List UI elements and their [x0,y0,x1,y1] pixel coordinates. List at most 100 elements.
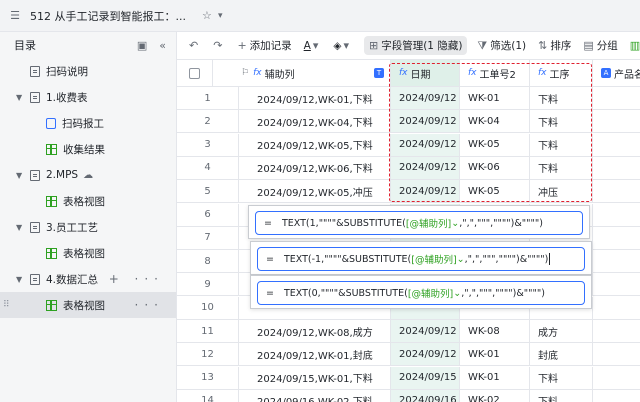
sidebar-item-mps-grid-view[interactable]: 表格视图 [0,188,176,214]
process-cell[interactable]: 成方 [530,320,593,342]
aux-cell[interactable]: 2024/09/12,WK-05,下料 [239,133,391,156]
row-number-cell[interactable]: 6 [177,203,239,226]
product-cell[interactable] [593,87,640,109]
order-no-cell[interactable]: WK-04 [460,110,530,133]
date-cell[interactable]: 2024/09/15 [391,366,460,389]
order-no-cell[interactable]: WK-02 [460,389,530,402]
date-cell[interactable]: 2024/09/12 [391,180,460,203]
table-row[interactable]: 5 2024/09/12,WK-05,冲压 2024/09/12 WK-05 冲压 [177,180,640,204]
product-cell[interactable] [593,320,640,342]
sidebar-item-data-summary[interactable]: ▼ 4.数据汇总 + ··· [0,266,176,292]
formula-field-ref[interactable]: [@辅助列] [408,286,453,300]
row-number-cell[interactable]: 4 [177,156,239,179]
row-number-cell[interactable]: 8 [177,250,239,273]
product-cell[interactable] [593,157,640,179]
formula-input[interactable]: = TEXT(-1,""""&SUBSTITUTE( [@辅助列] ⌄ ,","… [257,247,585,271]
row-number-cell[interactable]: 14 [177,389,239,402]
formula-input[interactable]: = TEXT(0,""""&SUBSTITUTE( [@辅助列] ⌄ ,",",… [257,281,585,305]
date-cell[interactable]: 2024/09/16 [391,389,460,402]
add-record-button[interactable]: + 添加记录 [237,38,291,53]
product-cell[interactable] [593,343,640,365]
row-number-cell[interactable]: 3 [177,133,239,156]
expand-arrow-icon[interactable]: ▼ [16,275,22,284]
formula-input[interactable]: = TEXT(1,""""&SUBSTITUTE( [@辅助列] ⌄ ,",",… [255,211,583,235]
process-cell[interactable]: 下料 [530,366,593,389]
order-no-cell[interactable]: WK-01 [460,343,530,366]
chevron-down-icon[interactable]: ▾ [218,11,223,21]
row-number-cell[interactable]: 7 [177,226,239,249]
expand-arrow-icon[interactable]: ▼ [16,223,22,232]
product-cell[interactable] [593,367,640,389]
formula-editor-2[interactable]: = TEXT(-1,""""&SUBSTITUTE( [@辅助列] ⌄ ,","… [250,241,592,275]
sidebar-item-scan-guide[interactable]: 扫码说明 [0,58,176,84]
aux-cell[interactable]: 2024/09/15,WK-01,下料 [239,366,391,389]
date-cell[interactable]: 2024/09/12 [391,110,460,133]
table-row[interactable]: 12 2024/09/12,WK-01,封底 2024/09/12 WK-01 封底 [177,343,640,367]
aux-cell[interactable]: 2024/09/12,WK-08,成方 [239,320,391,342]
aux-cell[interactable]: 2024/09/12,WK-01,下料 [239,87,391,109]
column-header-aux[interactable]: ⚐ fx 辅助列 T [213,60,391,86]
date-cell[interactable]: 2024/09/12 [391,156,460,179]
sidebar-item-scan-report[interactable]: 扫码报工 [0,110,176,136]
panel-icon[interactable]: ▣ [137,39,147,52]
row-number-cell[interactable]: 9 [177,273,239,296]
order-no-cell[interactable]: WK-05 [460,180,530,203]
row-number-cell[interactable]: 10 [177,296,239,319]
process-cell[interactable]: 下料 [530,389,593,402]
formula-field-ref[interactable]: [@辅助列] [406,216,451,230]
text-format-button[interactable]: A ▾ [304,39,322,52]
filter-button[interactable]: ⧩ 筛选(1) [477,38,526,53]
redo-button[interactable]: ↷ [213,39,225,52]
product-cell[interactable] [593,134,640,156]
sidebar-item-collect-results[interactable]: 收集结果 [0,136,176,162]
row-number-cell[interactable]: 2 [177,110,239,133]
process-cell[interactable]: 下料 [530,87,593,109]
table-row[interactable]: 1 2024/09/12,WK-01,下料 2024/09/12 WK-01 下料 [177,87,640,110]
row-number-cell[interactable]: 11 [177,320,239,342]
doc-title[interactable]: 512 从手工记录到智能报工：... [30,8,186,24]
select-all-cell[interactable] [177,60,213,86]
product-cell[interactable] [593,180,640,202]
product-cell[interactable] [593,250,640,272]
table-row[interactable]: 13 2024/09/15,WK-01,下料 2024/09/15 WK-01 下料 [177,366,640,390]
group-button[interactable]: ▤ 分组 [583,38,617,53]
aux-cell[interactable]: 2024/09/12,WK-06,下料 [239,156,391,179]
formula-field-ref[interactable]: [@辅助列] [411,252,456,266]
process-cell[interactable]: 冲压 [530,180,593,203]
process-cell[interactable]: 封底 [530,343,593,366]
add-more-icon[interactable]: + ··· [109,272,164,286]
aux-cell[interactable]: 2024/09/16,WK-02,下料 [239,389,391,402]
fill-color-button[interactable]: ◈ ▾ [333,39,352,52]
chevron-down-icon[interactable]: ⌄ [451,218,459,229]
sidebar-item-staff-process[interactable]: ▼ 3.员工工艺 [0,214,176,240]
sidebar-item-staff-grid-view[interactable]: 表格视图 [0,240,176,266]
aux-cell[interactable]: 2024/09/12,WK-01,封底 [239,343,391,366]
table-row[interactable]: 2 2024/09/12,WK-04,下料 2024/09/12 WK-04 下料 [177,110,640,134]
hamburger-icon[interactable]: ☰ [8,9,22,23]
row-number-cell[interactable]: 1 [177,87,239,109]
order-no-cell[interactable]: WK-06 [460,156,530,179]
sidebar-item-mps[interactable]: ▼ 2.MPS ☁ [0,162,176,188]
product-cell[interactable] [593,110,640,132]
column-header-date[interactable]: fx 日期 [391,60,460,86]
product-cell[interactable] [593,204,640,226]
process-cell[interactable]: 下料 [530,110,593,133]
sidebar-item-summary-grid-view[interactable]: ⠿ 表格视图 ··· [0,292,176,318]
row-number-cell[interactable]: 13 [177,366,239,389]
drag-handle-icon[interactable]: ⠿ [3,300,10,310]
table-row[interactable]: 142024/09/16,WK-02,下料2024/09/16WK-02下料 [177,389,640,402]
order-no-cell[interactable]: WK-08 [460,320,530,342]
select-all-checkbox[interactable] [189,67,200,79]
collapse-icon[interactable]: « [159,39,166,52]
order-no-cell[interactable]: WK-05 [460,133,530,156]
chevron-down-icon[interactable]: ⌄ [453,288,461,299]
sort-button[interactable]: ⇅ 排序 [538,38,571,53]
aux-cell[interactable]: 2024/09/12,WK-04,下料 [239,110,391,133]
field-manage-button[interactable]: ⊞ 字段管理(1 隐藏) [363,36,468,55]
column-header-process[interactable]: fx 工序 [530,60,593,86]
table-row[interactable]: 11 2024/09/12,WK-08,成方 2024/09/12 WK-08 成方 [177,320,640,343]
aux-cell[interactable]: 2024/09/12,WK-05,冲压 [239,180,391,203]
product-cell[interactable] [593,390,640,402]
table-row[interactable]: 3 2024/09/12,WK-05,下料 2024/09/12 WK-05 下料 [177,133,640,157]
order-no-cell[interactable]: WK-01 [460,87,530,109]
